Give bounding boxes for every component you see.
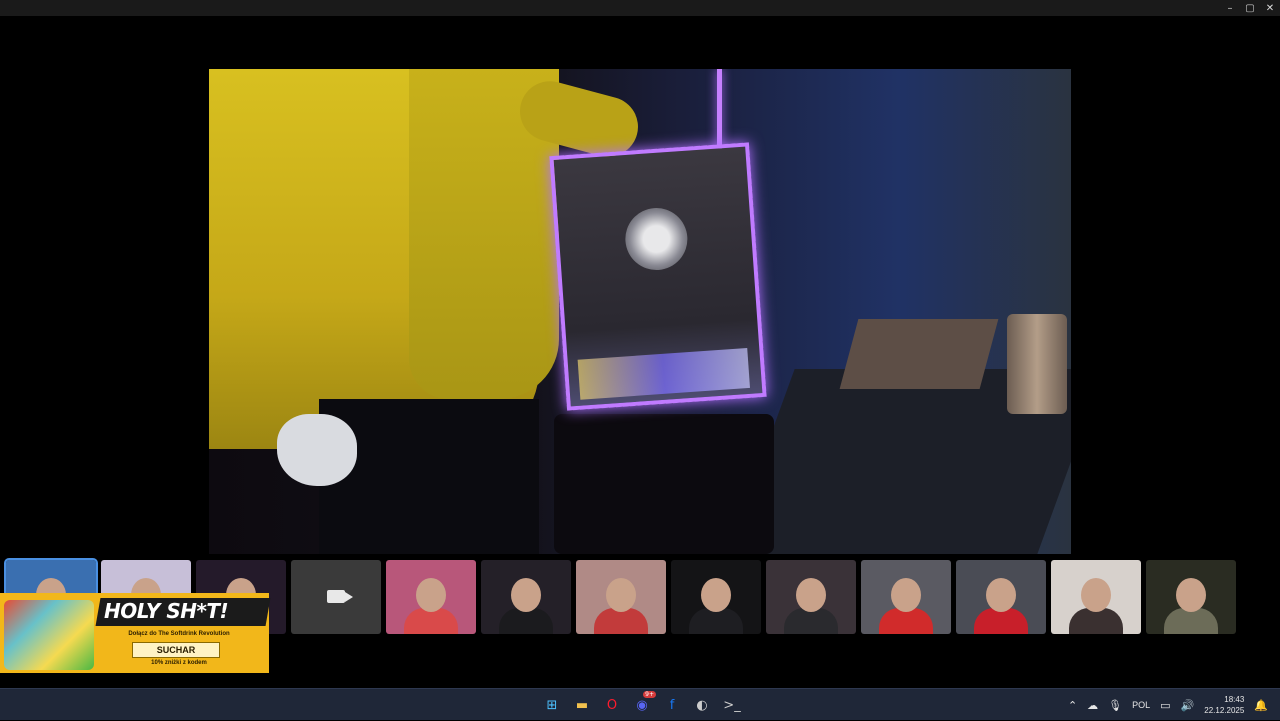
meeting-window: – ▢ ✕ HOLY SH*T! Dołącz do The Softdrink… — [0, 0, 1280, 688]
video-scene-box — [839, 319, 999, 389]
language-indicator[interactable]: POL — [1132, 700, 1150, 710]
participant-tile[interactable] — [386, 560, 476, 634]
onedrive-icon[interactable]: ☁ — [1087, 699, 1098, 712]
promo-product-image-front — [4, 600, 94, 670]
video-scene-glove — [277, 414, 357, 486]
participant-tile[interactable] — [481, 560, 571, 634]
title-bar: – ▢ ✕ — [0, 0, 1280, 16]
facebook-icon[interactable]: f — [660, 693, 684, 717]
network-icon[interactable]: ▭ — [1160, 699, 1170, 712]
clock-time: 18:43 — [1224, 695, 1245, 704]
participant-face — [986, 578, 1016, 612]
notification-badge: 9+ — [643, 691, 656, 698]
window-controls: – ▢ ✕ — [1220, 0, 1280, 16]
file-explorer-icon[interactable]: ▬ — [570, 693, 594, 717]
promo-title: HOLY SH*T! — [104, 599, 229, 623]
participant-face — [606, 578, 636, 612]
obs-icon[interactable]: ◐ — [690, 693, 714, 717]
notifications-icon[interactable]: 🔔 — [1254, 699, 1268, 712]
terminal-icon[interactable]: >_ — [720, 693, 744, 717]
clock-date: 22.12.2025 — [1204, 706, 1245, 715]
participant-tile[interactable] — [956, 560, 1046, 634]
video-scene-award-frame — [549, 142, 767, 411]
participant-tile[interactable] — [861, 560, 951, 634]
maximize-button[interactable]: ▢ — [1240, 0, 1260, 16]
participant-face — [796, 578, 826, 612]
minimize-button[interactable]: – — [1220, 0, 1240, 16]
participant-face — [416, 578, 446, 612]
video-scene-basket — [554, 414, 774, 554]
video-scene-bottles — [1007, 314, 1067, 414]
start-icon[interactable]: ⊞ — [540, 693, 564, 717]
opera-icon[interactable]: O — [600, 693, 624, 717]
participant-face — [891, 578, 921, 612]
close-button[interactable]: ✕ — [1260, 0, 1280, 16]
show-hidden-icons-icon[interactable]: ⌃ — [1068, 699, 1077, 712]
participant-tile[interactable] — [766, 560, 856, 634]
taskbar: ⊞ ▬ O ◉ 9+ f ◐ >_ ⌃ ☁ 🎙 POL ▭ 🔊 18:43 22.12.202… — [0, 688, 1280, 720]
promo-code: SUCHAR — [132, 642, 220, 658]
participant-tile[interactable] — [1146, 560, 1236, 634]
participant-face — [1081, 578, 1111, 612]
camera-icon — [327, 590, 353, 603]
participant-tile[interactable] — [576, 560, 666, 634]
participant-face — [511, 578, 541, 612]
volume-icon[interactable]: 🔊 — [1181, 699, 1195, 712]
system-tray: ⌃ ☁ 🎙 POL ▭ 🔊 18:43 22.12.2025 🔔 — [1068, 689, 1268, 721]
award-emblem-icon — [623, 205, 690, 273]
discord-icon[interactable]: ◉ 9+ — [630, 691, 656, 717]
participant-face — [701, 578, 731, 612]
clock[interactable]: 18:43 22.12.2025 — [1204, 694, 1244, 716]
promo-subtitle: Dołącz do The Softdrink Revolution — [128, 631, 230, 637]
microphone-icon[interactable]: 🎙 — [1108, 699, 1122, 712]
participant-face — [1176, 578, 1206, 612]
participant-tile[interactable] — [671, 560, 761, 634]
participant-tile[interactable] — [1051, 560, 1141, 634]
main-video-feed[interactable] — [209, 69, 1071, 554]
taskbar-apps: ⊞ ▬ O ◉ 9+ f ◐ >_ — [540, 691, 744, 717]
participant-tile[interactable] — [291, 560, 381, 634]
video-scene-pants — [319, 399, 539, 554]
frame-glow — [577, 347, 750, 400]
promo-note: 10% zniżki z kodem — [151, 660, 207, 666]
